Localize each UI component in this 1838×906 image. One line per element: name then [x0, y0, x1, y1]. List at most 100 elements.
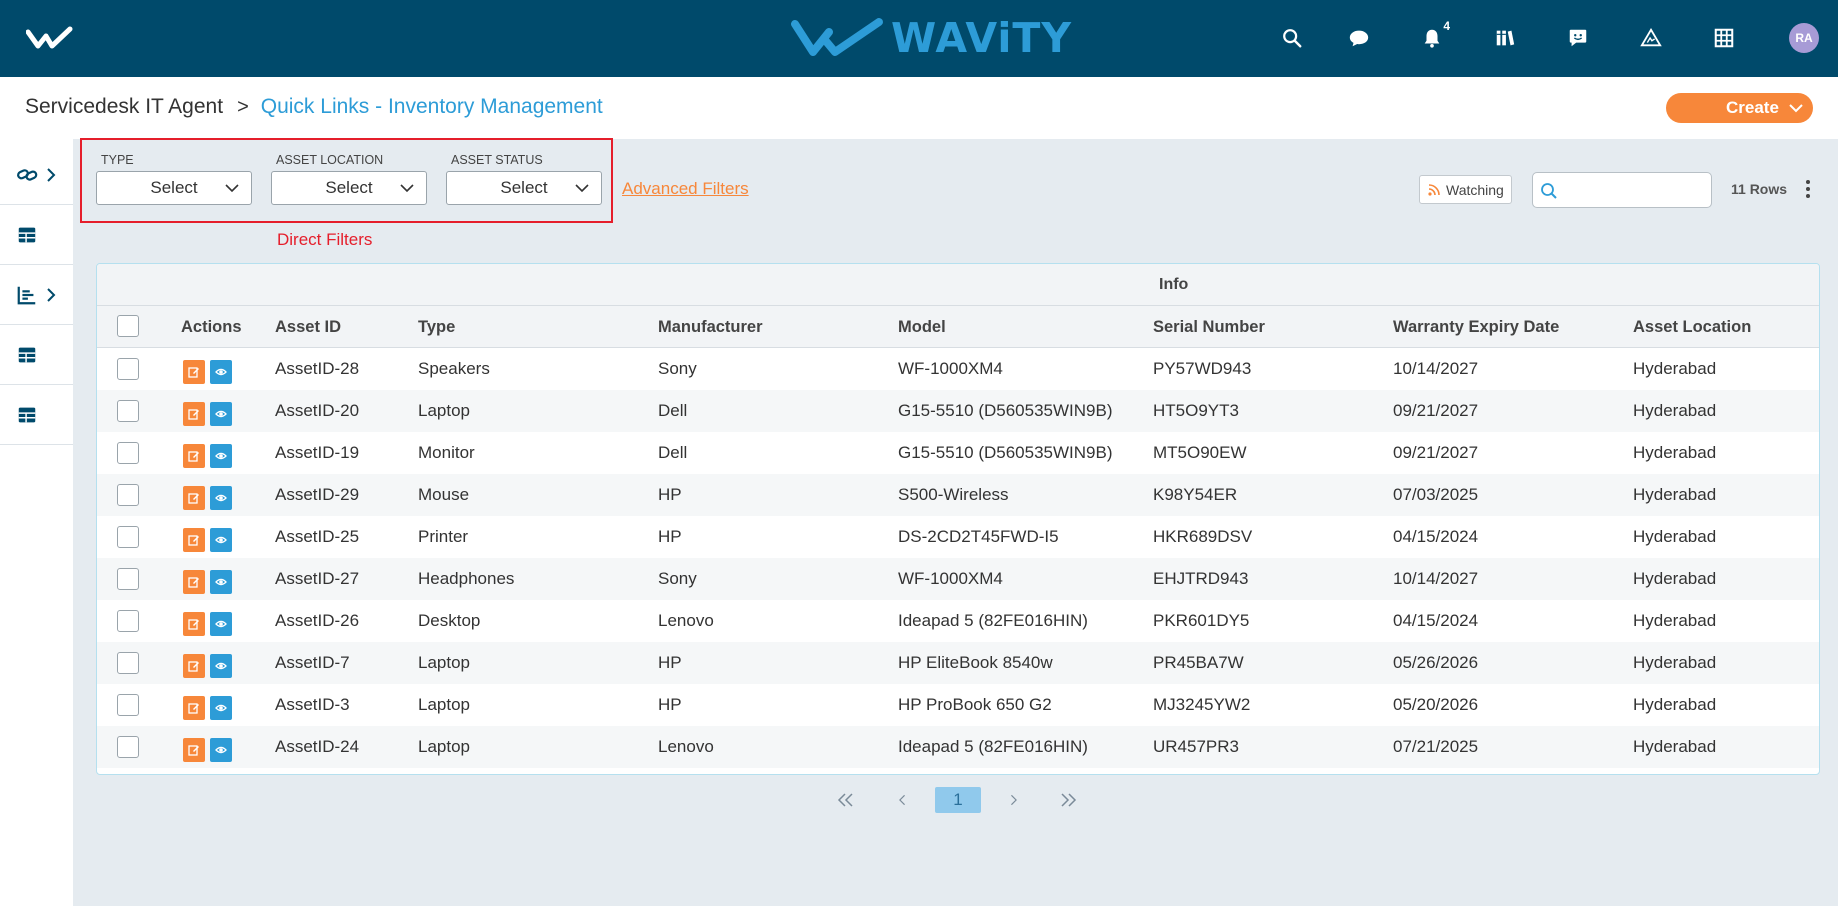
chevron-down-icon [400, 184, 414, 193]
cell-asset-id: AssetID-27 [275, 569, 360, 588]
sidebar-item-table-3[interactable] [0, 385, 73, 445]
advanced-filters-link[interactable]: Advanced Filters [622, 179, 749, 199]
row-checkbox[interactable] [117, 610, 139, 632]
cell-model: DS-2CD2T45FWD-I5 [898, 527, 1059, 546]
row-checkbox[interactable] [117, 736, 139, 758]
row-checkbox[interactable] [117, 400, 139, 422]
view-icon[interactable] [210, 738, 232, 762]
view-icon[interactable] [210, 360, 232, 384]
asset-location-select[interactable]: Select [271, 171, 427, 205]
current-page[interactable]: 1 [935, 787, 981, 813]
column-header-asset-id[interactable]: Asset ID [275, 318, 341, 337]
table-row[interactable]: AssetID-28 Speakers Sony WF-1000XM4 PY57WD94… [97, 348, 1819, 390]
create-button[interactable]: Create [1666, 93, 1813, 123]
cell-type: Laptop [418, 695, 470, 714]
table-row[interactable]: AssetID-19 Monitor Dell G15-5510 (D560535WI… [97, 432, 1819, 474]
column-header-manufacturer[interactable]: Manufacturer [658, 318, 763, 337]
table-row[interactable]: AssetID-25 Printer HP DS-2CD2T45FWD-I5 HKR68… [97, 516, 1819, 558]
cell-type: Mouse [418, 485, 470, 504]
select-all-checkbox[interactable] [117, 315, 139, 337]
table-row[interactable]: AssetID-26 Desktop Lenovo Ideapad 5 (82FE01… [97, 600, 1819, 642]
column-header-warranty-expiry-date[interactable]: Warranty Expiry Date [1393, 318, 1559, 337]
view-icon[interactable] [210, 528, 232, 552]
edit-icon[interactable] [183, 612, 205, 636]
edit-icon[interactable] [183, 696, 205, 720]
column-header-serial-number[interactable]: Serial Number [1153, 318, 1265, 337]
search-icon[interactable] [1276, 22, 1308, 54]
chevron-down-icon [225, 184, 239, 193]
previous-page-icon[interactable] [896, 787, 910, 813]
create-button-label: Create [1726, 98, 1779, 117]
row-checkbox[interactable] [117, 652, 139, 674]
more-options-icon[interactable] [1800, 178, 1816, 200]
table-row[interactable]: AssetID-20 Laptop Dell G15-5510 (D560535WIN… [97, 390, 1819, 432]
edit-icon[interactable] [183, 486, 205, 510]
table-row[interactable]: AssetID-24 Laptop Lenovo Ideapad 5 (82FE016… [97, 726, 1819, 768]
edit-icon[interactable] [183, 570, 205, 594]
type-select[interactable]: Select [96, 171, 252, 205]
cell-serial-number: MT5O90EW [1153, 443, 1247, 462]
sidebar-item-quick-links[interactable] [0, 145, 73, 205]
view-icon[interactable] [210, 570, 232, 594]
edit-icon[interactable] [183, 738, 205, 762]
row-checkbox[interactable] [117, 568, 139, 590]
edit-icon[interactable] [183, 444, 205, 468]
breadcrumb-current[interactable]: Quick Links - Inventory Management [261, 95, 603, 119]
cell-asset-location: Hyderabad [1633, 401, 1717, 420]
sidebar-item-table-1[interactable] [0, 205, 73, 265]
last-page-icon[interactable] [1058, 787, 1078, 813]
first-page-icon[interactable] [836, 787, 856, 813]
view-icon[interactable] [210, 654, 232, 678]
column-header-model[interactable]: Model [898, 318, 946, 337]
view-icon[interactable] [210, 486, 232, 510]
breadcrumb-root[interactable]: Servicedesk IT Agent [25, 95, 223, 119]
direct-filters-annotation: Direct Filters [277, 230, 373, 249]
brand-name: WAViTY [891, 14, 1073, 62]
column-header-asset-location[interactable]: Asset Location [1633, 318, 1751, 337]
table-row[interactable]: AssetID-7 Laptop HP HP EliteBook 8540w PR45B… [97, 642, 1819, 684]
library-icon[interactable] [1489, 22, 1521, 54]
search-input[interactable] [1563, 177, 1703, 203]
cell-asset-location: Hyderabad [1633, 737, 1717, 756]
row-checkbox[interactable] [117, 442, 139, 464]
cell-asset-id: AssetID-29 [275, 485, 360, 504]
row-checkbox[interactable] [117, 358, 139, 380]
asset-status-select[interactable]: Select [446, 171, 602, 205]
sidebar-item-reports[interactable] [0, 265, 73, 325]
edit-icon[interactable] [183, 654, 205, 678]
grid-icon[interactable] [1708, 22, 1740, 54]
edit-icon[interactable] [183, 528, 205, 552]
column-header-actions: Actions [181, 318, 242, 336]
view-icon[interactable] [210, 612, 232, 636]
edit-icon[interactable] [183, 360, 205, 384]
row-checkbox[interactable] [117, 526, 139, 548]
alert-icon[interactable] [1635, 22, 1667, 54]
table-row[interactable]: AssetID-27 Headphones Sony WF-1000XM4 EHJTRD… [97, 558, 1819, 600]
cell-manufacturer: HP [658, 653, 682, 672]
chat-icon[interactable] [1343, 22, 1375, 54]
table-icon [18, 227, 36, 242]
table-search[interactable] [1532, 172, 1712, 208]
cell-serial-number: EHJTRD943 [1153, 569, 1249, 588]
edit-icon[interactable] [183, 402, 205, 426]
row-checkbox[interactable] [117, 694, 139, 716]
sidebar-item-table-2[interactable] [0, 325, 73, 385]
cell-warranty-expiry-date: 04/15/2024 [1393, 527, 1479, 546]
next-page-icon[interactable] [1006, 787, 1020, 813]
table-row[interactable]: AssetID-3 Laptop HP HP ProBook 650 G2 MJ3245… [97, 684, 1819, 726]
chevron-down-icon[interactable] [1789, 102, 1803, 114]
view-icon[interactable] [210, 696, 232, 720]
watching-button[interactable]: Watching [1419, 175, 1512, 204]
home-logo-icon[interactable] [26, 26, 76, 50]
view-icon[interactable] [210, 402, 232, 426]
feedback-icon[interactable] [1562, 22, 1594, 54]
view-icon[interactable] [210, 444, 232, 468]
cell-type: Monitor [418, 443, 475, 462]
column-header-type[interactable]: Type [418, 318, 455, 337]
table-row[interactable]: AssetID-29 Mouse HP S500-Wireless K98Y54ER 07… [97, 474, 1819, 516]
search-icon [1541, 183, 1557, 199]
row-checkbox[interactable] [117, 484, 139, 506]
cell-model: HP ProBook 650 G2 [898, 695, 1052, 714]
avatar[interactable]: RA [1789, 23, 1819, 53]
bell-icon[interactable]: 4 [1416, 19, 1450, 54]
